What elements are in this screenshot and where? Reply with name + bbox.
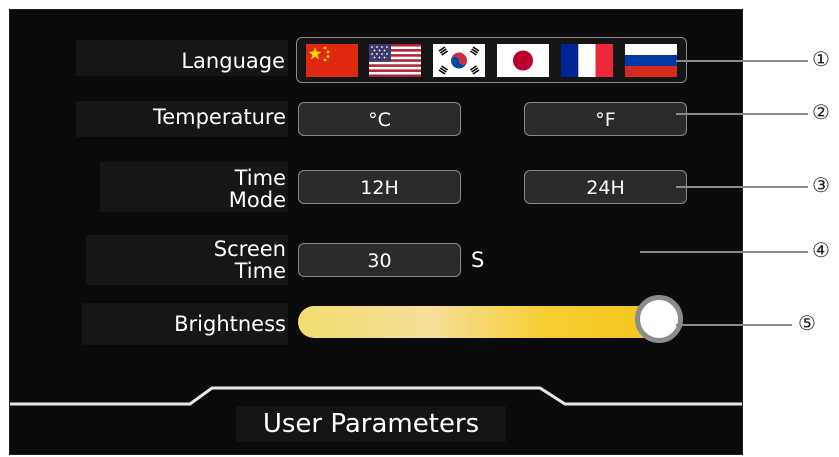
brightness-slider-track[interactable] [298, 306, 678, 338]
callout-number-4: ④ [812, 238, 830, 262]
24h-button[interactable]: 24H [524, 170, 687, 204]
france-flag-icon[interactable] [561, 44, 613, 77]
callout-number-3: ③ [812, 173, 830, 197]
korea-flag-icon[interactable] [433, 44, 485, 77]
screen-time-unit: S [471, 248, 485, 272]
time-mode-label-line1: Time [234, 166, 286, 190]
fahrenheit-button[interactable]: °F [524, 102, 687, 136]
brightness-slider-knob[interactable] [635, 295, 683, 343]
callout-line-3 [676, 186, 808, 188]
page-title: User Parameters [236, 406, 506, 442]
callout-number-5: ⑤ [798, 311, 816, 335]
usa-flag-icon[interactable] [369, 44, 421, 77]
callout-line-2 [676, 113, 808, 115]
screen-time-label-line1: Screen [213, 237, 286, 261]
brightness-label: Brightness [174, 312, 286, 336]
time-mode-label-line2: Mode [228, 188, 286, 212]
device-screen: Language Temperature °C °F Time Mode 12H… [9, 9, 743, 455]
russia-flag-icon[interactable] [625, 44, 677, 77]
celsius-button[interactable]: °C [298, 102, 461, 136]
12h-button[interactable]: 12H [298, 170, 461, 204]
language-flag-selector [296, 37, 687, 83]
callout-number-2: ② [812, 100, 830, 124]
callout-line-5 [676, 324, 792, 326]
language-label: Language [181, 49, 285, 73]
screen-time-label-line2: Time [234, 259, 286, 283]
callout-line-1 [676, 60, 808, 62]
japan-flag-icon[interactable] [497, 44, 549, 77]
callout-line-4 [640, 251, 808, 253]
screen-time-value-field[interactable]: 30 [298, 243, 461, 277]
china-flag-icon[interactable] [306, 44, 358, 77]
callout-number-1: ① [812, 47, 830, 71]
temperature-label: Temperature [152, 105, 286, 129]
